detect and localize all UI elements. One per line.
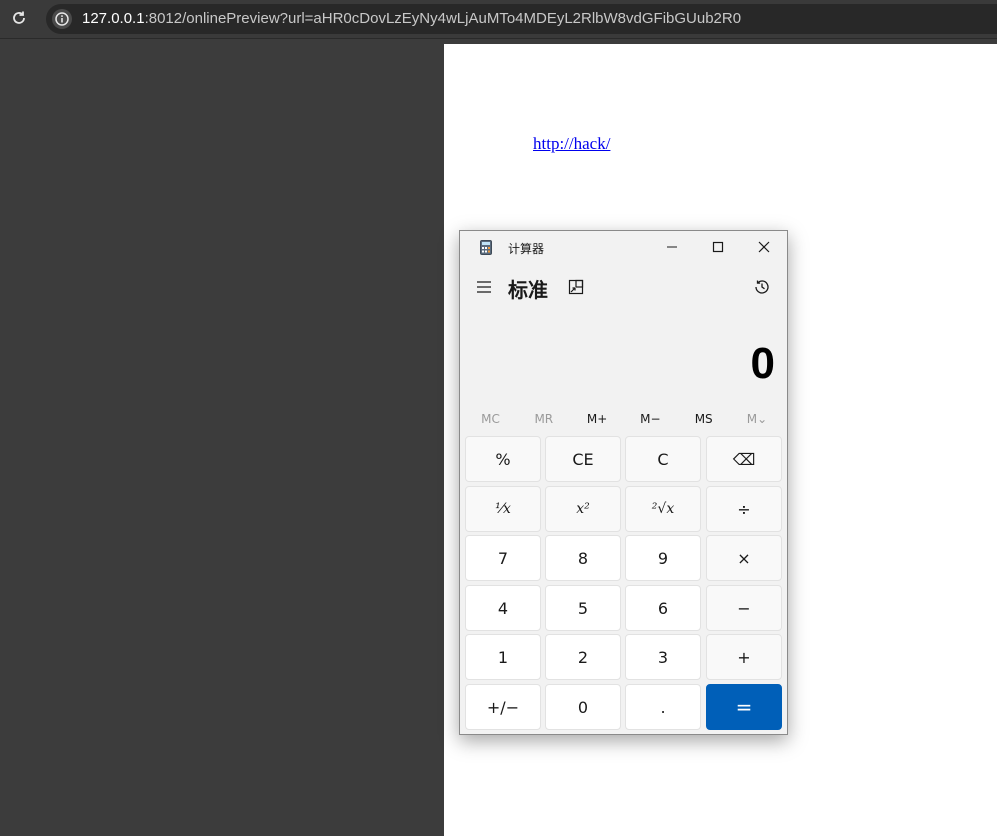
minimize-icon xyxy=(667,246,677,248)
title-bar[interactable]: 计算器 xyxy=(460,231,787,263)
mode-title: 标准 xyxy=(508,278,548,302)
negate-button[interactable]: +/− xyxy=(465,684,541,730)
reciprocal-button[interactable]: ⅟x xyxy=(465,486,541,532)
digit-7-button[interactable]: 7 xyxy=(465,535,541,581)
memory-row: MC MR M+ M− MS M⌄ xyxy=(464,407,784,431)
result-display: 0 xyxy=(750,339,775,388)
close-icon xyxy=(758,241,770,253)
clear-entry-button[interactable]: CE xyxy=(545,436,621,482)
hamburger-menu-icon[interactable] xyxy=(472,275,496,299)
reload-icon[interactable] xyxy=(10,9,28,27)
digit-8-button[interactable]: 8 xyxy=(545,535,621,581)
maximize-button[interactable] xyxy=(695,231,741,263)
memory-mc-button[interactable]: MC xyxy=(464,407,517,431)
digit-1-button[interactable]: 1 xyxy=(465,634,541,680)
subtract-button[interactable]: − xyxy=(706,585,782,631)
close-button[interactable] xyxy=(741,231,787,263)
calculator-header: 标准 xyxy=(460,271,787,307)
browser-toolbar: 127.0.0.1:8012/onlinePreview?url=aHR0cDo… xyxy=(0,0,997,39)
equals-button[interactable]: = xyxy=(706,684,782,730)
digit-4-button[interactable]: 4 xyxy=(465,585,541,631)
square-root-button[interactable]: ²√x xyxy=(625,486,701,532)
url-text: 127.0.0.1:8012/onlinePreview?url=aHR0cDo… xyxy=(82,10,741,27)
address-bar[interactable]: 127.0.0.1:8012/onlinePreview?url=aHR0cDo… xyxy=(46,4,997,34)
memory-m-plus-button[interactable]: M+ xyxy=(571,407,624,431)
memory-m-minus-button[interactable]: M− xyxy=(624,407,677,431)
memory-m-dropdown-button[interactable]: M⌄ xyxy=(731,407,784,431)
square-button[interactable]: x² xyxy=(545,486,621,532)
url-path: :8012/onlinePreview?url=aHR0cDovLzEyNy4w… xyxy=(144,10,742,27)
calculator-app-icon xyxy=(480,240,492,255)
hack-link[interactable]: http://hack/ xyxy=(533,134,610,154)
minimize-button[interactable] xyxy=(649,231,695,263)
maximize-icon xyxy=(712,241,724,253)
decimal-button[interactable]: . xyxy=(625,684,701,730)
multiply-button[interactable]: × xyxy=(706,535,782,581)
clear-button[interactable]: C xyxy=(625,436,701,482)
calculator-window: 计算器 标准 0 MC MR M+ M− MS M⌄ % CE C ⌫ ⅟x x… xyxy=(459,230,788,735)
digit-0-button[interactable]: 0 xyxy=(545,684,621,730)
site-info-icon[interactable] xyxy=(52,9,72,29)
digit-9-button[interactable]: 9 xyxy=(625,535,701,581)
divide-button[interactable]: ÷ xyxy=(706,486,782,532)
keep-on-top-icon[interactable] xyxy=(564,275,588,299)
percent-button[interactable]: % xyxy=(465,436,541,482)
url-host: 127.0.0.1 xyxy=(82,10,145,27)
digit-5-button[interactable]: 5 xyxy=(545,585,621,631)
backspace-button[interactable]: ⌫ xyxy=(706,436,782,482)
digit-3-button[interactable]: 3 xyxy=(625,634,701,680)
window-title: 计算器 xyxy=(508,242,545,256)
history-icon[interactable] xyxy=(750,275,774,299)
memory-ms-button[interactable]: MS xyxy=(677,407,730,431)
digit-2-button[interactable]: 2 xyxy=(545,634,621,680)
add-button[interactable]: + xyxy=(706,634,782,680)
memory-mr-button[interactable]: MR xyxy=(517,407,570,431)
digit-6-button[interactable]: 6 xyxy=(625,585,701,631)
